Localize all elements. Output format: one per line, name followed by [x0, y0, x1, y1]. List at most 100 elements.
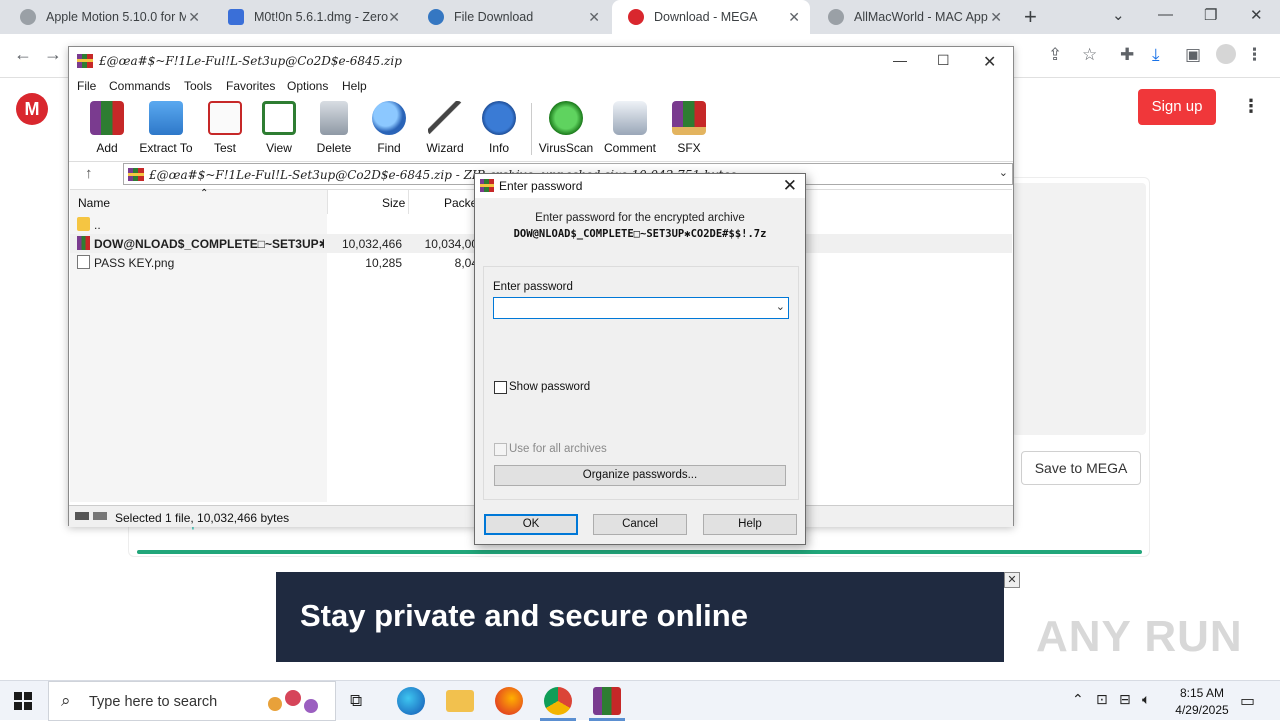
new-tab-icon[interactable]: +	[1024, 4, 1037, 30]
help-button[interactable]: Help	[703, 514, 797, 535]
close-tab-icon[interactable]: ✕	[388, 9, 400, 26]
menu-commands[interactable]: Commands	[109, 79, 170, 93]
delete-button[interactable]: Delete	[306, 101, 362, 155]
wizard-wand-icon	[428, 101, 462, 135]
network-icon[interactable]: ⊟	[1119, 691, 1131, 708]
cancel-button[interactable]: Cancel	[593, 514, 687, 535]
dialog-titlebar[interactable]: Enter password ✕	[475, 174, 805, 198]
organize-passwords-button[interactable]: Organize passwords...	[494, 465, 786, 486]
extensions-icon[interactable]: ✚	[1120, 45, 1134, 65]
use-all-archives-label: Use for all archives	[509, 443, 607, 455]
archive-icon	[128, 168, 144, 181]
toolbar-separator	[531, 103, 532, 155]
tab-file-download[interactable]: File Download ✕	[412, 0, 610, 34]
close-tab-icon[interactable]: ✕	[788, 9, 800, 26]
firefox-icon[interactable]	[495, 687, 523, 715]
clock-time[interactable]: 8:15 AM	[1170, 686, 1234, 700]
edge-icon[interactable]	[397, 687, 425, 715]
status-text: Selected 1 file, 10,032,466 bytes	[115, 511, 290, 525]
add-archive-icon	[90, 101, 124, 135]
show-hidden-icons-icon[interactable]: ⌃	[1072, 691, 1084, 708]
wizard-button[interactable]: Wizard	[417, 101, 473, 155]
tab-allmacworld[interactable]: AllMacWorld - MAC App ✕	[812, 0, 1012, 34]
close-icon[interactable]: ✕	[783, 176, 797, 196]
sfx-button[interactable]: SFX	[661, 101, 717, 155]
virusscan-button[interactable]: VirusScan	[538, 101, 594, 155]
extract-to-button[interactable]: Extract To	[138, 101, 194, 155]
column-header-name[interactable]: Name	[78, 196, 110, 210]
up-folder-icon[interactable]: ↑	[85, 165, 93, 182]
minimize-icon[interactable]: —	[1158, 6, 1173, 23]
windows-start-icon[interactable]	[14, 692, 32, 710]
chevron-down-icon[interactable]: ⌄	[776, 300, 785, 313]
save-to-mega-button[interactable]: Save to MEGA	[1021, 451, 1141, 485]
view-button[interactable]: View	[251, 101, 307, 155]
close-icon[interactable]: ✕	[983, 52, 996, 72]
forward-icon[interactable]: →	[44, 44, 62, 65]
task-view-icon[interactable]: ⧉	[350, 691, 362, 711]
search-icon: ⌕	[61, 691, 71, 710]
close-tab-icon[interactable]: ✕	[588, 9, 600, 26]
tab-search-icon[interactable]: ⌄	[1112, 6, 1125, 24]
comment-button[interactable]: Comment	[602, 101, 658, 155]
test-button[interactable]: Test	[197, 101, 253, 155]
bookmark-star-icon[interactable]: ☆	[1082, 45, 1097, 65]
side-panel-icon[interactable]: ▣	[1185, 45, 1201, 65]
back-icon[interactable]: ←	[14, 44, 32, 65]
password-input[interactable]: ⌄	[493, 297, 789, 319]
device-icon[interactable]: ⊡	[1096, 691, 1108, 708]
signup-button[interactable]: Sign up	[1138, 89, 1216, 125]
winrar-titlebar[interactable]: £@œa#$~F!1Le-Ful!L-Set3up@Co2D$e-6845.zi…	[69, 47, 1013, 75]
cloud-favicon-icon	[228, 9, 244, 25]
browser-menu-icon[interactable]: ⋮	[1246, 45, 1263, 65]
winrar-title: £@œa#$~F!1Le-Ful!L-Set3up@Co2D$e-6845.zi…	[99, 54, 402, 68]
sfx-archive-icon	[672, 101, 706, 135]
sort-arrow-icon: ⌃	[200, 188, 209, 199]
profile-avatar-icon[interactable]	[1216, 44, 1236, 64]
tab-m0t0n[interactable]: M0t!0n 5.6.1.dmg - Zero ✕	[212, 0, 410, 34]
archive-icon	[77, 236, 90, 250]
winrar-taskbar-icon[interactable]	[593, 687, 621, 715]
minimize-icon[interactable]: —	[893, 52, 907, 68]
info-icon	[482, 101, 516, 135]
show-password-checkbox[interactable]	[494, 381, 507, 394]
close-tab-icon[interactable]: ✕	[188, 9, 200, 26]
mega-menu-icon[interactable]: ⋮	[1242, 96, 1260, 117]
menu-help[interactable]: Help	[342, 79, 367, 93]
browser-tabstrip: Apple Motion 5.10.0 for M ✕ M0t!0n 5.6.1…	[0, 0, 1280, 34]
find-button[interactable]: Find	[361, 101, 417, 155]
downloads-icon[interactable]: ⤓	[1152, 45, 1160, 65]
winrar-app-icon	[480, 179, 494, 192]
restore-icon[interactable]: ❐	[1204, 6, 1217, 24]
notifications-icon[interactable]: ▭	[1240, 691, 1255, 711]
maximize-icon[interactable]: ☐	[937, 52, 950, 69]
share-icon[interactable]: ⇪	[1048, 45, 1062, 65]
volume-icon[interactable]: 🔈︎	[1142, 691, 1150, 708]
mega-logo[interactable]: M	[16, 93, 48, 125]
file-explorer-icon[interactable]	[446, 690, 474, 712]
close-tab-icon[interactable]: ✕	[990, 9, 1002, 26]
winrar-menubar: File Commands Tools Favorites Options He…	[69, 75, 1013, 97]
ad-close-icon[interactable]: ✕	[1004, 572, 1020, 588]
menu-tools[interactable]: Tools	[184, 79, 212, 93]
chrome-icon[interactable]	[544, 687, 572, 715]
view-book-icon	[262, 101, 296, 135]
menu-favorites[interactable]: Favorites	[226, 79, 275, 93]
dialog-prompt: Enter password for the encrypted archive	[535, 212, 745, 224]
archive-name: DOW@NLOAD$_COMPLETE□~SET3UP✱CO2DE#$$!.7z	[513, 228, 767, 240]
ad-banner[interactable]: Stay private and secure online	[276, 572, 1004, 662]
column-header-size[interactable]: Size	[382, 196, 405, 210]
clock-date[interactable]: 4/29/2025	[1164, 703, 1240, 717]
menu-file[interactable]: File	[77, 79, 96, 93]
taskbar-search[interactable]: ⌕ Type here to search	[48, 681, 336, 721]
menu-options[interactable]: Options	[287, 79, 328, 93]
close-window-icon[interactable]: ✕	[1250, 6, 1263, 24]
chevron-down-icon[interactable]: ⌄	[999, 166, 1008, 179]
add-button[interactable]: Add	[79, 101, 135, 155]
tab-apple-motion[interactable]: Apple Motion 5.10.0 for M ✕	[4, 0, 210, 34]
info-button[interactable]: Info	[471, 101, 527, 155]
ok-button[interactable]: OK	[484, 514, 578, 535]
use-all-archives-checkbox[interactable]	[494, 443, 507, 456]
winrar-app-icon	[77, 54, 93, 68]
tab-download-mega[interactable]: Download - MEGA ✕	[612, 0, 810, 34]
